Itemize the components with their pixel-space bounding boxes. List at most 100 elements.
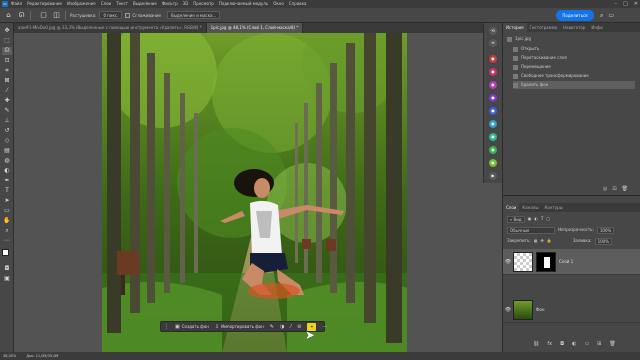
tab-document-2[interactable]: 1рic.jpg @ 48,1% (Слой 1, Слой-маска/8) … bbox=[206, 23, 304, 33]
mask-icon[interactable]: ◑ bbox=[277, 324, 287, 330]
tab-paths[interactable]: Контуры bbox=[541, 203, 565, 212]
maximize-icon[interactable]: □ bbox=[623, 0, 628, 8]
eyedropper-icon[interactable]: ⁄ bbox=[2, 87, 12, 95]
screen-mode-icon[interactable]: ▣ bbox=[2, 275, 12, 283]
lock-pixels-icon[interactable]: ▦ bbox=[534, 237, 538, 245]
properties-icon[interactable]: ● bbox=[489, 94, 497, 102]
filter-adjust-icon[interactable]: ◐ bbox=[534, 215, 538, 223]
document-canvas[interactable] bbox=[102, 33, 407, 353]
move-tool-icon[interactable]: ✥ bbox=[2, 27, 12, 35]
menu-type[interactable]: Текст bbox=[116, 0, 128, 8]
layer-row[interactable]: 👁 Фон bbox=[503, 297, 640, 323]
opacity-input[interactable]: 100% bbox=[596, 226, 615, 234]
adjust-icon[interactable]: ⊘ bbox=[294, 324, 304, 330]
history-item[interactable]: Открыть bbox=[513, 45, 635, 53]
tab-navigator[interactable]: Навигатор bbox=[560, 23, 588, 32]
menu-view[interactable]: Просмотр bbox=[193, 0, 214, 8]
patterns-icon[interactable]: ● bbox=[489, 146, 497, 154]
history-snapshot[interactable]: 1рic.jpg bbox=[507, 35, 629, 43]
filter-type-icon[interactable]: T bbox=[541, 215, 543, 223]
camera-icon[interactable]: ⊡ bbox=[612, 186, 616, 192]
menu-3d[interactable]: 3D bbox=[183, 0, 189, 8]
gradients-icon[interactable]: ● bbox=[489, 133, 497, 141]
group-icon[interactable]: ▭ bbox=[584, 341, 589, 347]
menu-edit[interactable]: Редактирование bbox=[27, 0, 62, 8]
lock-position-icon[interactable]: ✥ bbox=[540, 237, 543, 245]
color-panel-icon[interactable]: ● bbox=[489, 107, 497, 115]
history-brush-icon[interactable]: ↺ bbox=[2, 127, 12, 135]
lock-all-icon[interactable]: 🔒 bbox=[547, 237, 552, 245]
new-selection-icon[interactable]: ▢ bbox=[39, 11, 48, 20]
workspace-icon[interactable]: ▭ bbox=[608, 10, 614, 21]
drag-handle-icon[interactable]: ⋮ bbox=[161, 324, 172, 330]
menu-image[interactable]: Изображение bbox=[67, 0, 96, 8]
share-button[interactable]: Поделиться bbox=[556, 10, 594, 21]
actions-icon[interactable]: ▶ bbox=[489, 172, 497, 180]
add-selection-icon[interactable]: ◫ bbox=[52, 11, 61, 20]
snapshot-icon[interactable]: ◎ bbox=[603, 186, 607, 192]
visibility-eye-icon[interactable]: 👁 bbox=[503, 259, 513, 265]
history-item[interactable]: Перемещение bbox=[513, 63, 635, 71]
search-icon[interactable]: ⌕ bbox=[600, 10, 603, 21]
crop-tool-icon[interactable]: ⌗ bbox=[2, 67, 12, 75]
adjustment-layer-icon[interactable]: ◐ bbox=[572, 341, 576, 347]
delete-layer-icon[interactable]: 🗑 bbox=[609, 341, 615, 347]
add-mask-icon[interactable]: ◘ bbox=[560, 341, 564, 347]
swatches-icon[interactable]: ● bbox=[489, 120, 497, 128]
layers-comp-icon[interactable]: ≡ bbox=[489, 39, 497, 47]
layer-mask-thumbnail[interactable] bbox=[536, 251, 556, 272]
dodge-tool-icon[interactable]: ◐ bbox=[2, 167, 12, 175]
eraser-tool-icon[interactable]: ◇ bbox=[2, 137, 12, 145]
history-item[interactable]: Перетаскивание слоя bbox=[513, 54, 635, 62]
learn-icon[interactable]: ● bbox=[489, 55, 497, 63]
tab-document-1[interactable]: али#1-MivDo0.jpg @ 33,3% (Выделенные с п… bbox=[14, 23, 207, 33]
zoom-tool-icon[interactable]: ⌕ bbox=[2, 227, 12, 235]
history-item-selected[interactable]: Удалить фон bbox=[513, 81, 635, 89]
new-layer-icon[interactable]: ⊞ bbox=[597, 341, 601, 347]
styles-icon[interactable]: ● bbox=[489, 159, 497, 167]
edit-icon[interactable]: ⁄ bbox=[287, 324, 294, 330]
tab-info[interactable]: Инфо bbox=[588, 23, 605, 32]
type-tool-icon[interactable]: T bbox=[2, 187, 12, 195]
tab-layers[interactable]: Слои bbox=[503, 203, 520, 212]
pen-tool-icon[interactable]: ✒ bbox=[2, 177, 12, 185]
more-options-icon[interactable]: ⋯ bbox=[319, 324, 330, 330]
create-background-button[interactable]: ▣ Создать фон bbox=[172, 324, 212, 330]
feather-input[interactable]: 0 пикс. bbox=[99, 11, 123, 19]
blur-tool-icon[interactable]: ◍ bbox=[2, 157, 12, 165]
fill-input[interactable]: 100% bbox=[594, 237, 612, 245]
brush-icon[interactable]: ✎ bbox=[267, 324, 277, 330]
layer-kind-dropdown[interactable]: ⌕ Вид bbox=[507, 215, 525, 223]
minimize-icon[interactable]: – bbox=[615, 0, 618, 8]
stamp-tool-icon[interactable]: ⊥ bbox=[2, 117, 12, 125]
menu-file[interactable]: Файл bbox=[11, 0, 22, 8]
marquee-tool-icon[interactable]: ⬚ bbox=[2, 37, 12, 45]
tab-channels[interactable]: Каналы bbox=[519, 203, 541, 212]
trash-icon[interactable]: 🗑 bbox=[622, 186, 628, 192]
healing-brush-icon[interactable]: ✚ bbox=[2, 97, 12, 105]
path-select-icon[interactable]: ➤ bbox=[2, 197, 12, 205]
link-icon[interactable]: ⛓ bbox=[533, 341, 539, 347]
select-mask-button[interactable]: Выделение и маска... bbox=[166, 11, 221, 19]
zoom-level[interactable]: 48,05% bbox=[3, 352, 16, 360]
menu-layers[interactable]: Слои bbox=[101, 0, 111, 8]
more-tools-icon[interactable]: ⋯ bbox=[2, 237, 12, 245]
fx-icon[interactable]: fx bbox=[547, 341, 552, 347]
filter-shape-icon[interactable]: ▢ bbox=[546, 215, 550, 223]
frame-tool-icon[interactable]: ⊠ bbox=[2, 77, 12, 85]
layer-row-selected[interactable]: 👁 Слой 1 bbox=[503, 249, 640, 275]
filter-pixel-icon[interactable]: ▣ bbox=[528, 215, 532, 223]
hand-tool-icon[interactable]: ✋ bbox=[2, 217, 12, 225]
gradient-tool-icon[interactable]: ▤ bbox=[2, 147, 12, 155]
menu-select[interactable]: Выделение bbox=[133, 0, 157, 8]
lasso-tool-icon[interactable]: ᘏ bbox=[17, 11, 26, 20]
object-select-icon[interactable]: ⊡ bbox=[2, 57, 12, 65]
shape-tool-icon[interactable]: ▭ bbox=[2, 207, 12, 215]
blend-mode-dropdown[interactable]: Обычные bbox=[507, 226, 555, 234]
menu-plugins[interactable]: Подключаемый модуль bbox=[219, 0, 268, 8]
menu-filter[interactable]: Фильтр bbox=[162, 0, 178, 8]
menu-help[interactable]: Справка bbox=[289, 0, 307, 8]
home-icon[interactable]: ⌂ bbox=[4, 11, 13, 20]
tab-histogram[interactable]: Гистограмма bbox=[527, 23, 561, 32]
visibility-eye-icon[interactable]: 👁 bbox=[503, 307, 513, 313]
